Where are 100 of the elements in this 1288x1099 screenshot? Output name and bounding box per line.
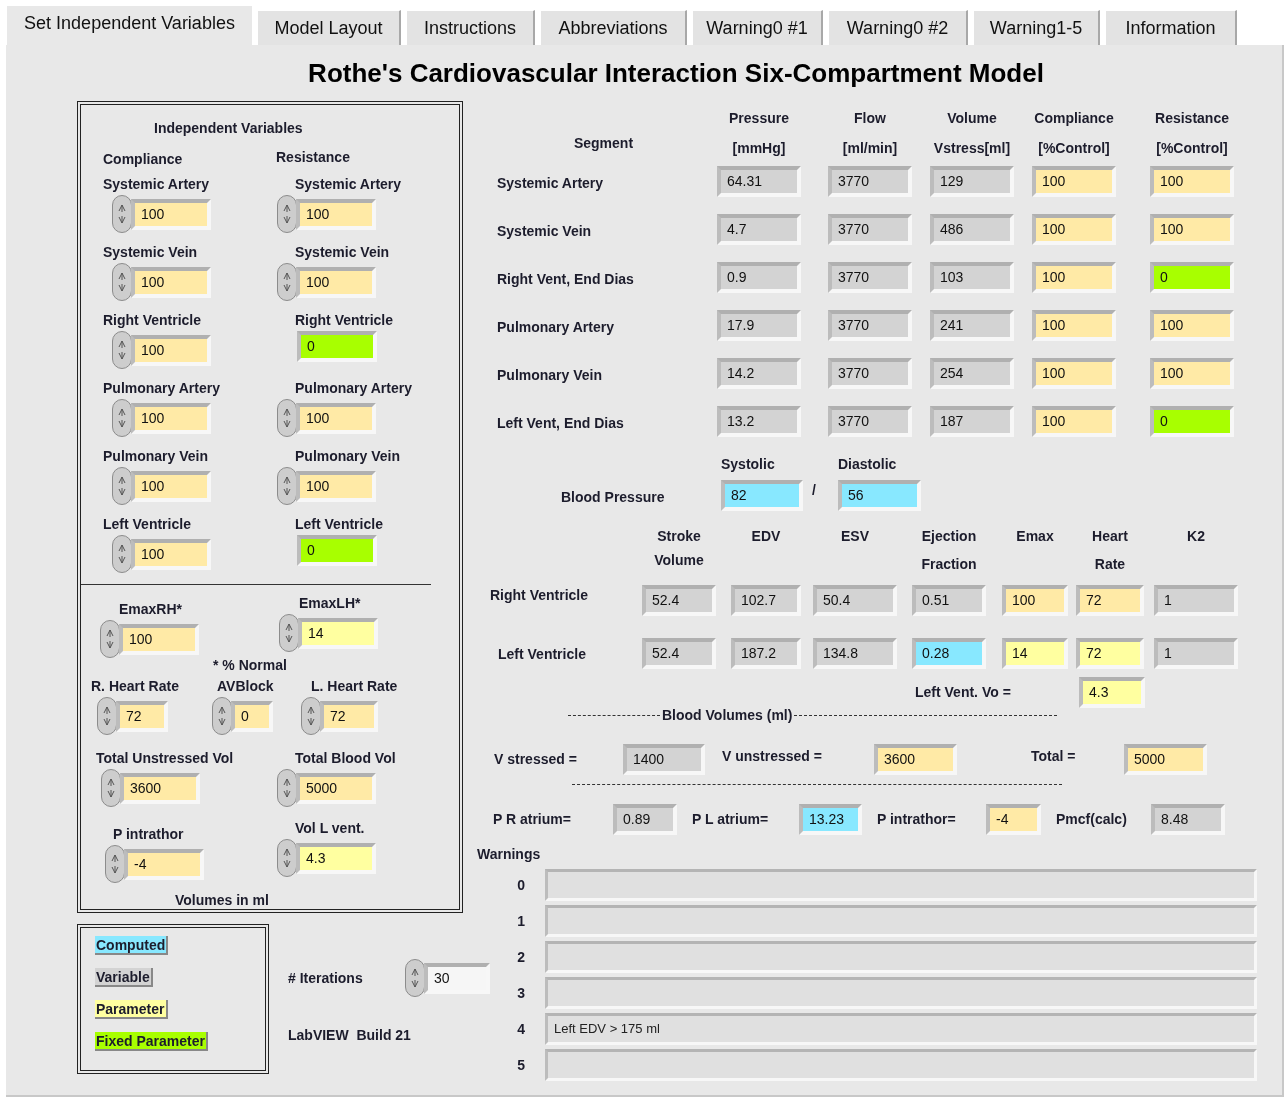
value-field[interactable]: 4.3: [296, 842, 376, 874]
value-field[interactable]: 3600: [120, 772, 200, 804]
value-field[interactable]: 4.7: [717, 214, 801, 245]
value-field[interactable]: -4: [986, 803, 1041, 835]
value-field[interactable]: 100: [131, 402, 211, 434]
spin-button[interactable]: [112, 535, 132, 573]
spin-button[interactable]: [105, 845, 125, 883]
spin-button[interactable]: [112, 467, 132, 505]
value-field[interactable]: 187: [930, 406, 1014, 437]
value-field[interactable]: 100: [296, 266, 376, 298]
value-field[interactable]: 3770: [828, 358, 912, 389]
spin-button[interactable]: [97, 697, 117, 735]
value-field[interactable]: 129: [930, 166, 1014, 197]
value-field[interactable]: 0.28: [912, 638, 986, 669]
tab[interactable]: Set Independent Variables: [6, 5, 252, 45]
value-field[interactable]: 100: [1150, 214, 1234, 245]
value-field[interactable]: 3770: [828, 214, 912, 245]
spin-button[interactable]: [100, 620, 120, 658]
value-field[interactable]: 1: [1154, 638, 1238, 669]
value-field[interactable]: 100: [131, 470, 211, 502]
value-field[interactable]: 52.4: [642, 638, 716, 669]
value-field[interactable]: 187.2: [731, 638, 801, 669]
spin-button[interactable]: [277, 839, 297, 877]
value-field[interactable]: 100: [296, 402, 376, 434]
value-field[interactable]: 100: [296, 198, 376, 230]
value-field[interactable]: 254: [930, 358, 1014, 389]
spin-button[interactable]: [112, 399, 132, 437]
value-field[interactable]: 72: [1076, 585, 1144, 616]
value-field[interactable]: 17.9: [717, 310, 801, 341]
value-field[interactable]: 241: [930, 310, 1014, 341]
value-field[interactable]: 30: [424, 962, 490, 994]
spin-button[interactable]: [112, 195, 132, 233]
value-field[interactable]: 100: [131, 266, 211, 298]
value-field[interactable]: 100: [1150, 358, 1234, 389]
value-field[interactable]: 102.7: [731, 585, 801, 616]
spin-button[interactable]: [277, 769, 297, 807]
tab[interactable]: Warning1-5: [974, 10, 1100, 45]
value-field[interactable]: 486: [930, 214, 1014, 245]
value-field[interactable]: 14: [298, 617, 378, 649]
value-field[interactable]: 100: [1032, 358, 1116, 389]
value-field[interactable]: 0.89: [613, 803, 677, 835]
spin-button[interactable]: [212, 697, 232, 735]
value-field[interactable]: 13.2: [717, 406, 801, 437]
tab[interactable]: Warning0 #2: [829, 10, 968, 45]
value-field[interactable]: 3770: [828, 406, 912, 437]
value-field[interactable]: 8.48: [1151, 803, 1225, 835]
value-field[interactable]: 1: [1154, 585, 1238, 616]
value-field[interactable]: 3600: [874, 743, 957, 775]
value-field[interactable]: 100: [1032, 262, 1116, 293]
tab[interactable]: Abbreviations: [541, 10, 687, 45]
spin-button[interactable]: [277, 263, 297, 301]
value-field[interactable]: -4: [124, 848, 204, 880]
value-field[interactable]: 3770: [828, 310, 912, 341]
tab[interactable]: Warning0 #1: [693, 10, 823, 45]
spin-button[interactable]: [277, 399, 297, 437]
value-field[interactable]: 0: [1150, 262, 1234, 293]
spin-button[interactable]: [101, 769, 121, 807]
value-field[interactable]: 72: [116, 700, 168, 732]
value-field[interactable]: 103: [930, 262, 1014, 293]
value-field[interactable]: 100: [1150, 310, 1234, 341]
value-field[interactable]: 4.3: [1079, 676, 1145, 708]
value-field[interactable]: 100: [1032, 214, 1116, 245]
value-field[interactable]: 0: [297, 331, 377, 362]
value-field[interactable]: 64.31: [717, 166, 801, 197]
spin-button[interactable]: [279, 614, 299, 652]
value-field[interactable]: 134.8: [813, 638, 897, 669]
value-field[interactable]: 52.4: [642, 585, 716, 616]
value-field[interactable]: 50.4: [813, 585, 897, 616]
value-field[interactable]: 0.51: [912, 585, 986, 616]
value-field[interactable]: 100: [1032, 310, 1116, 341]
spin-button[interactable]: [301, 697, 321, 735]
tab[interactable]: Model Layout: [258, 10, 401, 45]
spin-button[interactable]: [277, 467, 297, 505]
value-field[interactable]: 72: [320, 700, 378, 732]
spin-button[interactable]: [277, 195, 297, 233]
value-field[interactable]: 0: [231, 700, 273, 732]
value-field[interactable]: 100: [296, 470, 376, 502]
value-field[interactable]: 100: [131, 538, 211, 570]
tab[interactable]: Information: [1106, 10, 1237, 45]
value-field[interactable]: 3770: [828, 262, 912, 293]
spin-button[interactable]: [112, 331, 132, 369]
value-field[interactable]: 100: [131, 334, 211, 366]
value-field[interactable]: 100: [1032, 166, 1116, 197]
value-field[interactable]: 1400: [623, 743, 705, 775]
value-field[interactable]: 13.23: [799, 803, 862, 835]
spin-button[interactable]: [405, 959, 425, 997]
value-field[interactable]: 100: [1150, 166, 1234, 197]
value-field[interactable]: 100: [119, 623, 199, 655]
value-field[interactable]: 72: [1076, 638, 1144, 669]
value-field[interactable]: 100: [131, 198, 211, 230]
value-field[interactable]: 3770: [828, 166, 912, 197]
value-field[interactable]: 0: [1150, 406, 1234, 437]
value-field[interactable]: 0: [297, 535, 377, 566]
value-field[interactable]: 5000: [1124, 743, 1207, 775]
value-field[interactable]: 14.2: [717, 358, 801, 389]
tab[interactable]: Instructions: [407, 10, 535, 45]
value-field[interactable]: 100: [1002, 585, 1068, 616]
spin-button[interactable]: [112, 263, 132, 301]
value-field[interactable]: 56: [838, 480, 921, 511]
value-field[interactable]: 100: [1032, 406, 1116, 437]
